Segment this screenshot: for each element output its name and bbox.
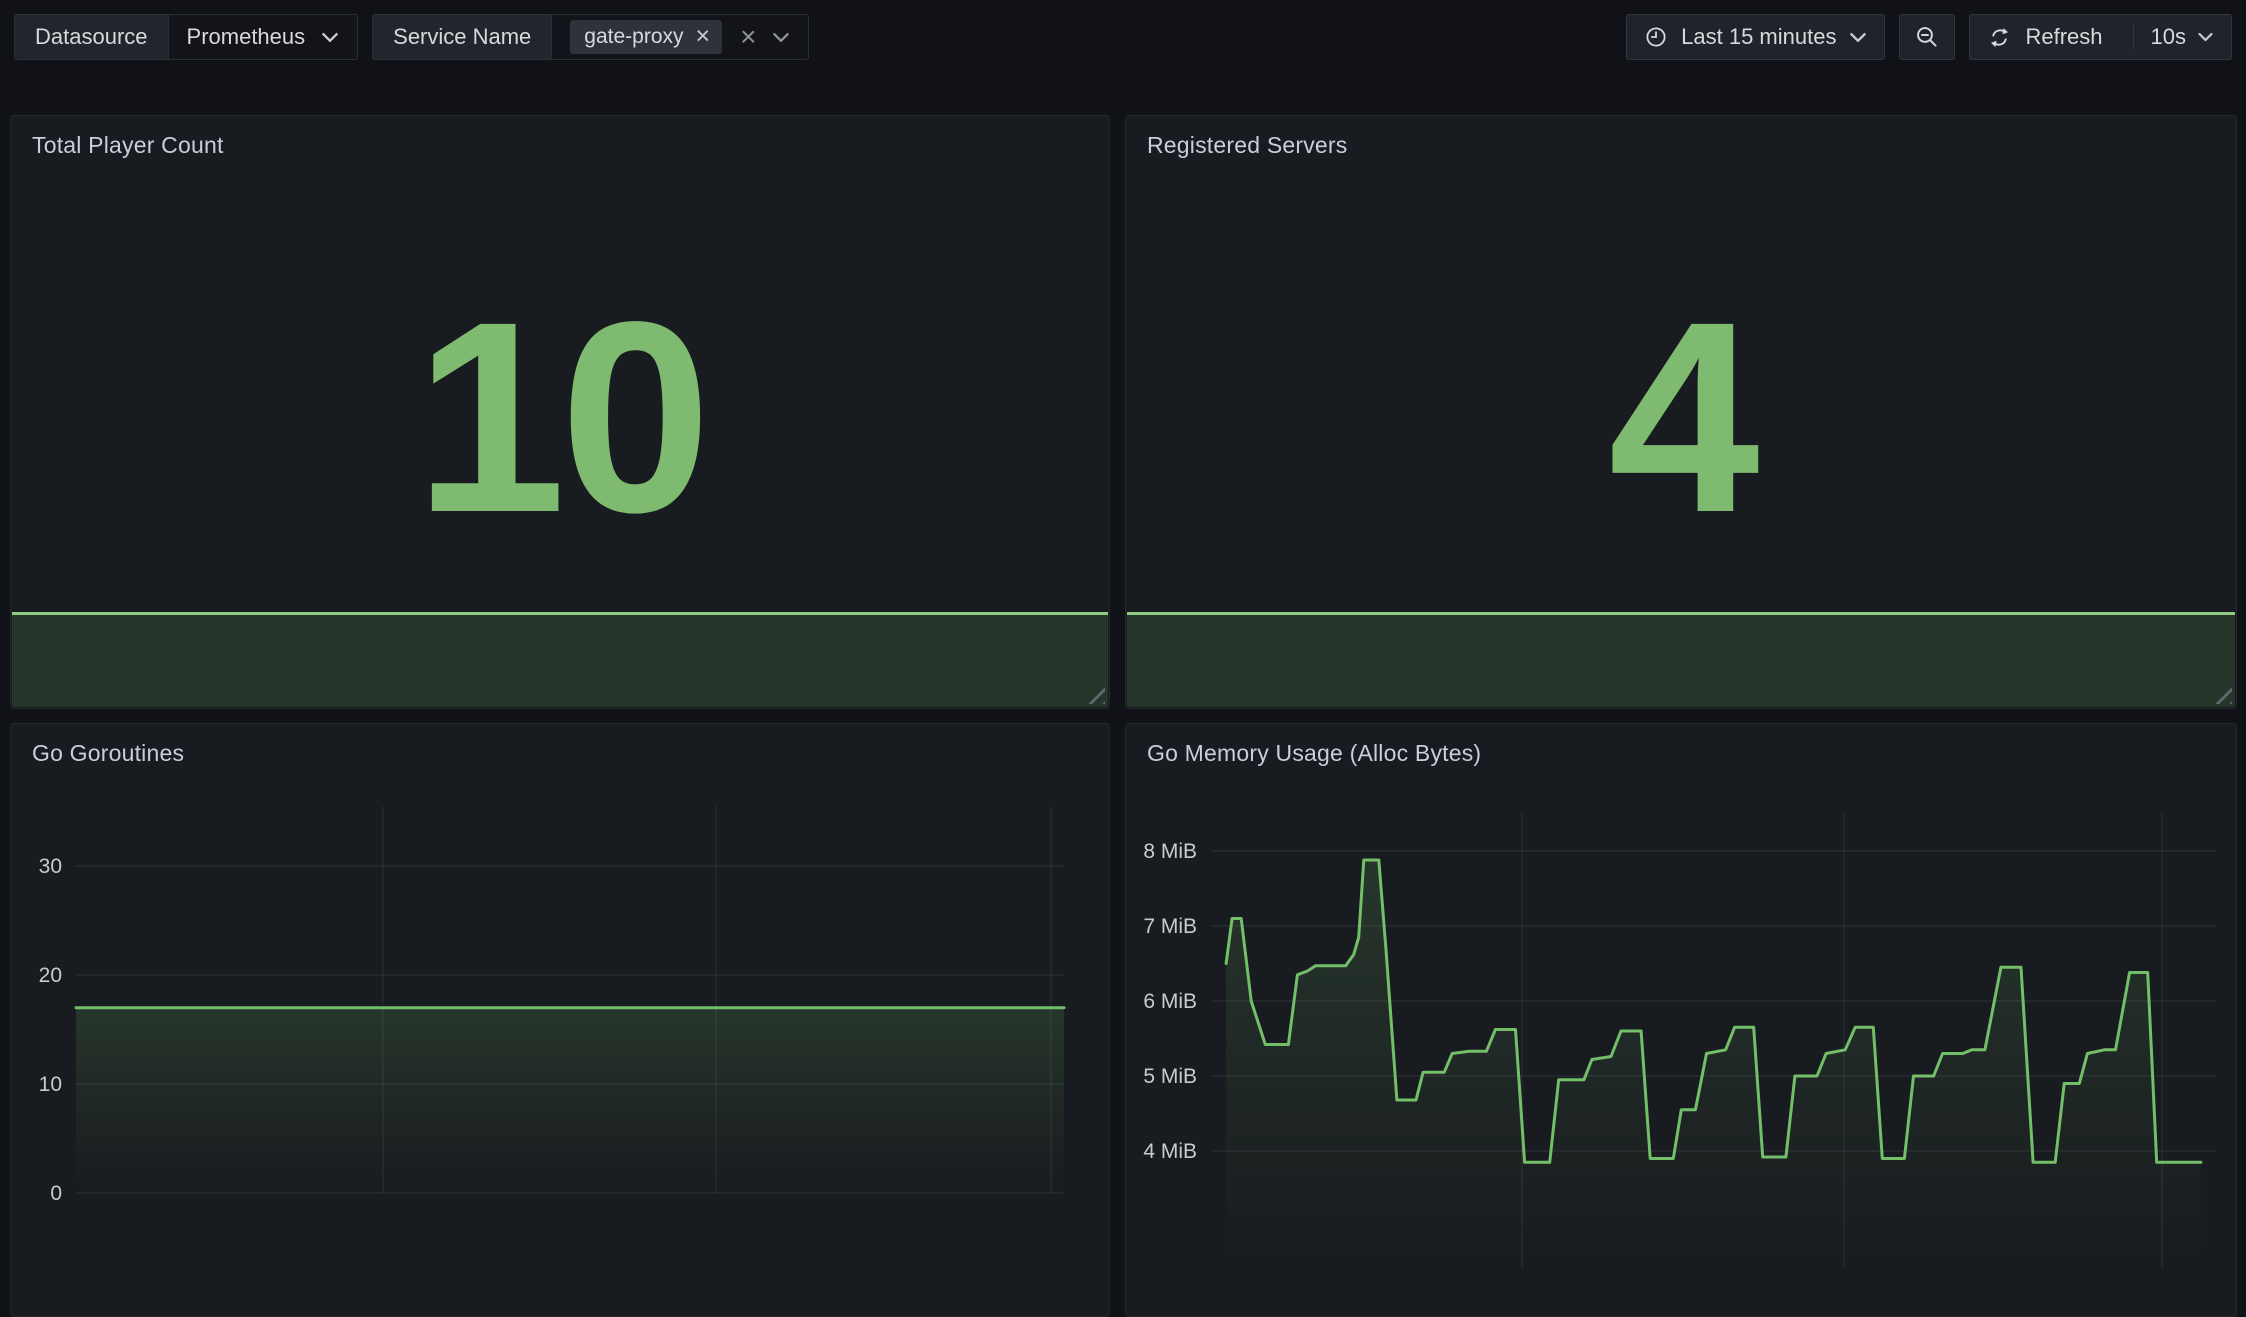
service-name-select[interactable]: gate-proxy × × (551, 15, 808, 59)
refresh-icon (1987, 25, 2012, 50)
svg-text:30: 30 (39, 855, 62, 878)
service-name-tag[interactable]: gate-proxy × (570, 20, 722, 54)
dashboard-toolbar: Datasource Prometheus Service Name gate-… (14, 14, 2232, 60)
time-range-picker[interactable]: Last 15 minutes (1626, 14, 1885, 60)
chevron-down-icon (2197, 32, 2214, 42)
stat-sparkline (1127, 612, 2235, 707)
chevron-down-icon (772, 32, 790, 43)
chevron-down-icon (321, 32, 339, 43)
svg-text:5 MiB: 5 MiB (1143, 1065, 1197, 1088)
panel-registered-servers: Registered Servers 4 (1125, 115, 2237, 709)
time-range-label: Last 15 minutes (1681, 24, 1836, 50)
datasource-select[interactable]: Prometheus (168, 15, 358, 59)
datasource-value: Prometheus (187, 24, 306, 50)
refresh-label: Refresh (2025, 24, 2102, 50)
panel-title[interactable]: Total Player Count (11, 116, 1109, 159)
panel-total-player-count: Total Player Count 10 (10, 115, 1110, 709)
refresh-button-group: Refresh 10s (1969, 14, 2232, 60)
service-name-filter: Service Name gate-proxy × × (372, 14, 809, 60)
clear-selection-icon[interactable]: × (740, 23, 756, 51)
toolbar-spacer (823, 14, 1612, 60)
refresh-interval-value: 10s (2151, 24, 2186, 50)
datasource-picker: Datasource Prometheus (14, 14, 358, 60)
stat-sparkline (12, 612, 1108, 707)
remove-tag-icon[interactable]: × (696, 24, 711, 49)
zoom-out-icon (1914, 24, 1940, 50)
svg-text:0: 0 (50, 1182, 62, 1205)
service-name-tag-text: gate-proxy (584, 25, 683, 49)
stat-value: 10 (11, 226, 1109, 608)
service-name-label: Service Name (373, 15, 551, 59)
svg-text:7 MiB: 7 MiB (1143, 915, 1197, 938)
clock-icon (1644, 25, 1668, 49)
datasource-label: Datasource (15, 15, 168, 59)
svg-text:8 MiB: 8 MiB (1143, 840, 1197, 863)
panel-go-goroutines: Go Goroutines 3020100 (10, 723, 1110, 1317)
stat-value: 4 (1126, 226, 2236, 608)
goroutines-chart[interactable]: 30 20 10 0 (11, 724, 1109, 1316)
panel-title[interactable]: Registered Servers (1126, 116, 2236, 159)
refresh-interval-select[interactable]: 10s (2133, 24, 2231, 50)
svg-text:4 MiB: 4 MiB (1143, 1140, 1197, 1163)
refresh-button[interactable]: Refresh (1970, 24, 2119, 50)
memory-chart[interactable]: 8 MiB 7 MiB 6 MiB 5 MiB 4 MiB (1126, 724, 2236, 1316)
panel-go-memory: Go Memory Usage (Alloc Bytes) 8 MiB7 MiB… (1125, 723, 2237, 1317)
zoom-out-button[interactable] (1899, 14, 1955, 60)
chevron-down-icon (1849, 32, 1867, 43)
svg-text:10: 10 (39, 1073, 62, 1096)
svg-text:6 MiB: 6 MiB (1143, 990, 1197, 1013)
svg-text:20: 20 (39, 964, 62, 987)
